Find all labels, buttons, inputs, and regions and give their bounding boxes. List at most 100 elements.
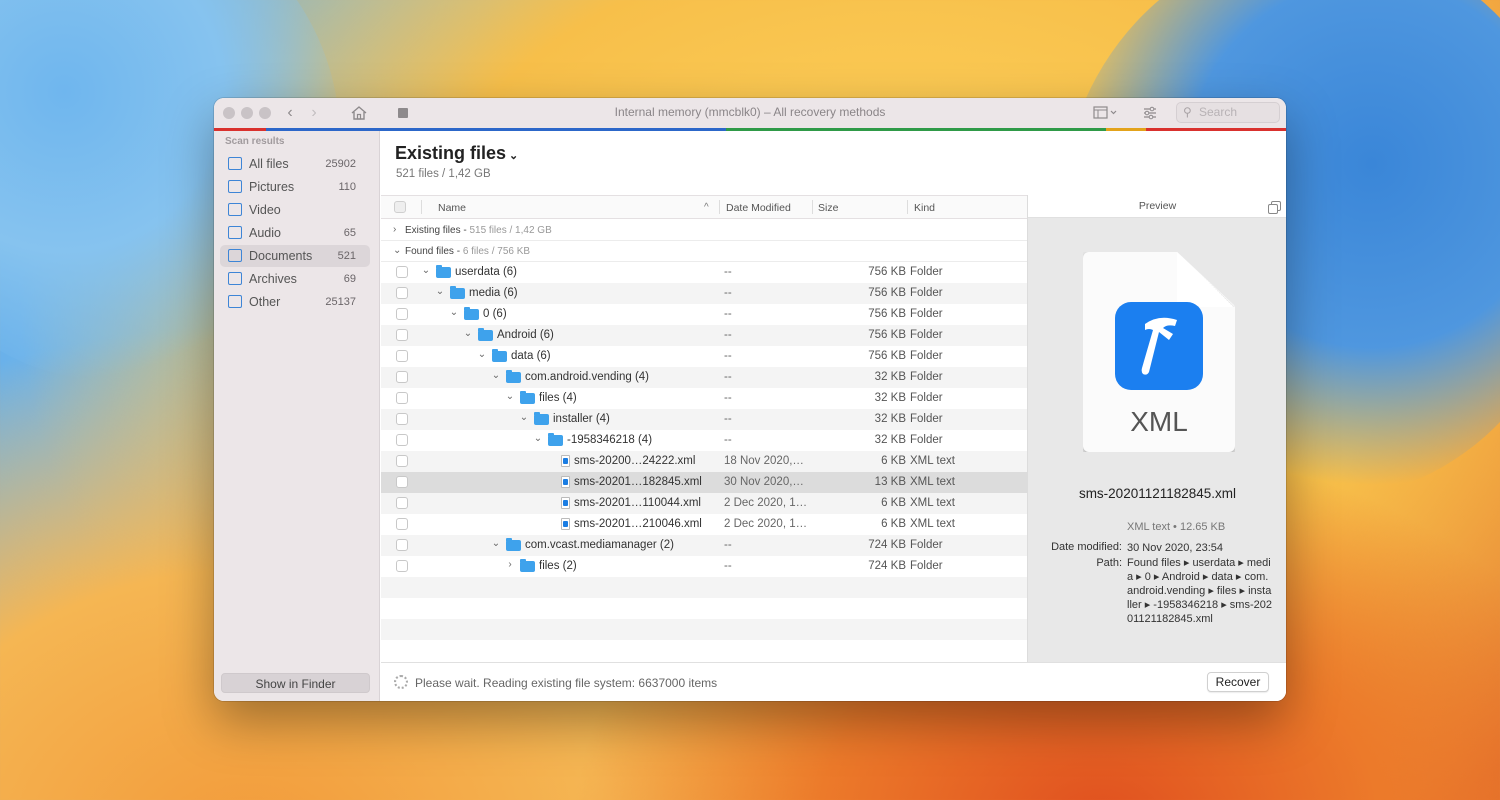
row-checkbox[interactable]	[396, 329, 408, 341]
copy-icon[interactable]	[1268, 201, 1281, 214]
group-row[interactable]: › Existing files - 515 files / 1,42 GB	[381, 220, 1027, 241]
table-row[interactable]: sms-20200…24222.xml 18 Nov 2020,… 6 KB XML …	[381, 451, 1027, 472]
row-checkbox[interactable]	[396, 392, 408, 404]
date-modified-label: Date modified:	[1051, 541, 1122, 553]
sidebar-item-other[interactable]: Other 25137	[220, 291, 370, 313]
table-row[interactable]: ⌄ Android (6) -- 756 KB Folder	[381, 325, 1027, 346]
sidebar-item-archives[interactable]: Archives 69	[220, 268, 370, 290]
folder-icon	[506, 370, 521, 383]
chevron-down-icon[interactable]: ⌄	[519, 412, 529, 423]
row-checkbox[interactable]	[396, 308, 408, 320]
show-in-finder-button[interactable]: Show in Finder	[221, 673, 370, 693]
filter-settings-icon[interactable]	[1140, 102, 1160, 124]
row-checkbox[interactable]	[396, 371, 408, 383]
empty-row	[381, 640, 1027, 661]
column-kind[interactable]: Kind	[914, 202, 935, 214]
archives-icon	[228, 272, 242, 285]
row-checkbox[interactable]	[396, 413, 408, 425]
chevron-down-icon[interactable]: ⌄	[477, 349, 487, 360]
table-row[interactable]: ⌄ 0 (6) -- 756 KB Folder	[381, 304, 1027, 325]
column-size[interactable]: Size	[818, 202, 838, 214]
table-row[interactable]: sms-20201…110044.xml 2 Dec 2020, 1… 6 KB XM…	[381, 493, 1027, 514]
chevron-down-icon[interactable]: ⌄	[505, 391, 515, 402]
sidebar-item-label: Audio	[249, 226, 281, 240]
chevron-down-icon[interactable]: ⌄	[491, 538, 501, 549]
row-checkbox[interactable]	[396, 497, 408, 509]
sidebar-item-documents[interactable]: Documents 521	[220, 245, 370, 267]
sidebar-item-all-files[interactable]: All files 25902	[220, 153, 370, 175]
file-kind: Folder	[910, 371, 943, 383]
row-checkbox[interactable]	[396, 560, 408, 572]
table-row[interactable]: › files (2) -- 724 KB Folder	[381, 556, 1027, 577]
chevron-down-icon[interactable]: ⌄	[393, 245, 401, 256]
file-date: --	[724, 287, 732, 299]
table-row[interactable]: sms-20201…210046.xml 2 Dec 2020, 1… 6 KB XM…	[381, 514, 1027, 535]
recover-button[interactable]: Recover	[1207, 672, 1269, 692]
sidebar-item-count: 25137	[325, 296, 356, 308]
file-kind: Folder	[910, 539, 943, 551]
row-checkbox[interactable]	[396, 350, 408, 362]
group-meta: 515 files / 1,42 GB	[469, 225, 552, 236]
search-icon: ⚲	[1183, 105, 1192, 119]
sidebar-item-count: 69	[343, 273, 356, 285]
table-row[interactable]: ⌄ com.vcast.mediamanager (2) -- 724 KB Folde…	[381, 535, 1027, 556]
all-files-icon	[228, 157, 242, 170]
table-row[interactable]: ⌄ files (4) -- 32 KB Folder	[381, 388, 1027, 409]
file-size: 32 KB	[874, 392, 906, 404]
sidebar-item-audio[interactable]: Audio 65	[220, 222, 370, 244]
file-date: --	[724, 413, 732, 425]
row-checkbox[interactable]	[396, 434, 408, 446]
xml-file-icon	[561, 476, 570, 488]
chevron-down-icon[interactable]: ⌄	[533, 433, 543, 444]
file-name: sms-20200…24222.xml	[574, 455, 696, 467]
row-checkbox[interactable]	[396, 476, 408, 488]
sidebar-item-pictures[interactable]: Pictures 110	[220, 176, 370, 198]
file-name: files (4)	[539, 392, 577, 404]
chevron-down-icon[interactable]: ⌄	[435, 286, 445, 297]
chevron-down-icon[interactable]: ⌄	[463, 328, 473, 339]
page-title[interactable]: Existing files ⌄	[395, 143, 518, 164]
table-row[interactable]: ⌄ -1958346218 (4) -- 32 KB Folder	[381, 430, 1027, 451]
xml-file-icon	[561, 518, 570, 530]
file-size: 6 KB	[881, 518, 906, 530]
row-checkbox[interactable]	[396, 287, 408, 299]
table-row[interactable]: ⌄ data (6) -- 756 KB Folder	[381, 346, 1027, 367]
sidebar-item-count: 25902	[325, 158, 356, 170]
file-size: 756 KB	[868, 308, 906, 320]
page-title-text: Existing files	[395, 143, 507, 163]
chevron-right-icon[interactable]: ›	[393, 224, 396, 235]
sidebar-item-label: All files	[249, 157, 289, 171]
xml-document-icon: XML	[1083, 252, 1235, 452]
chevron-down-icon[interactable]: ⌄	[449, 307, 459, 318]
chevron-right-icon[interactable]: ›	[505, 559, 515, 570]
row-checkbox[interactable]	[396, 455, 408, 467]
column-divider	[907, 200, 908, 214]
preview-title: Preview	[1138, 200, 1177, 212]
group-row[interactable]: ⌄ Found files - 6 files / 756 KB	[381, 241, 1027, 262]
sidebar-item-video[interactable]: Video	[220, 199, 370, 221]
file-name: com.android.vending (4)	[525, 371, 650, 383]
column-divider	[421, 200, 422, 214]
sidebar-item-label: Other	[249, 295, 281, 309]
table-row[interactable]: ⌄ installer (4) -- 32 KB Folder	[381, 409, 1027, 430]
chevron-down-icon[interactable]: ⌄	[421, 265, 431, 276]
path-label: Path:	[1096, 557, 1122, 569]
select-all-checkbox[interactable]	[394, 201, 406, 213]
view-mode-icon[interactable]	[1090, 102, 1120, 124]
row-checkbox[interactable]	[396, 266, 408, 278]
file-kind: Folder	[910, 287, 943, 299]
search-input[interactable]: ⚲ Search	[1176, 102, 1280, 123]
documents-icon	[228, 249, 242, 262]
chevron-down-icon[interactable]: ⌄	[491, 370, 501, 381]
row-checkbox[interactable]	[396, 539, 408, 551]
table-row[interactable]: sms-20201…182845.xml 30 Nov 2020,… 13 KB XM…	[381, 472, 1027, 493]
table-row[interactable]: ⌄ userdata (6) -- 756 KB Folder	[381, 262, 1027, 283]
column-date[interactable]: Date Modified	[726, 202, 791, 214]
row-checkbox[interactable]	[396, 518, 408, 530]
folder-icon	[478, 328, 493, 341]
sidebar-item-label: Pictures	[249, 180, 295, 194]
table-row[interactable]: ⌄ com.android.vending (4) -- 32 KB Folder	[381, 367, 1027, 388]
column-name[interactable]: Name	[438, 202, 466, 214]
file-size: 32 KB	[874, 434, 906, 446]
table-row[interactable]: ⌄ media (6) -- 756 KB Folder	[381, 283, 1027, 304]
